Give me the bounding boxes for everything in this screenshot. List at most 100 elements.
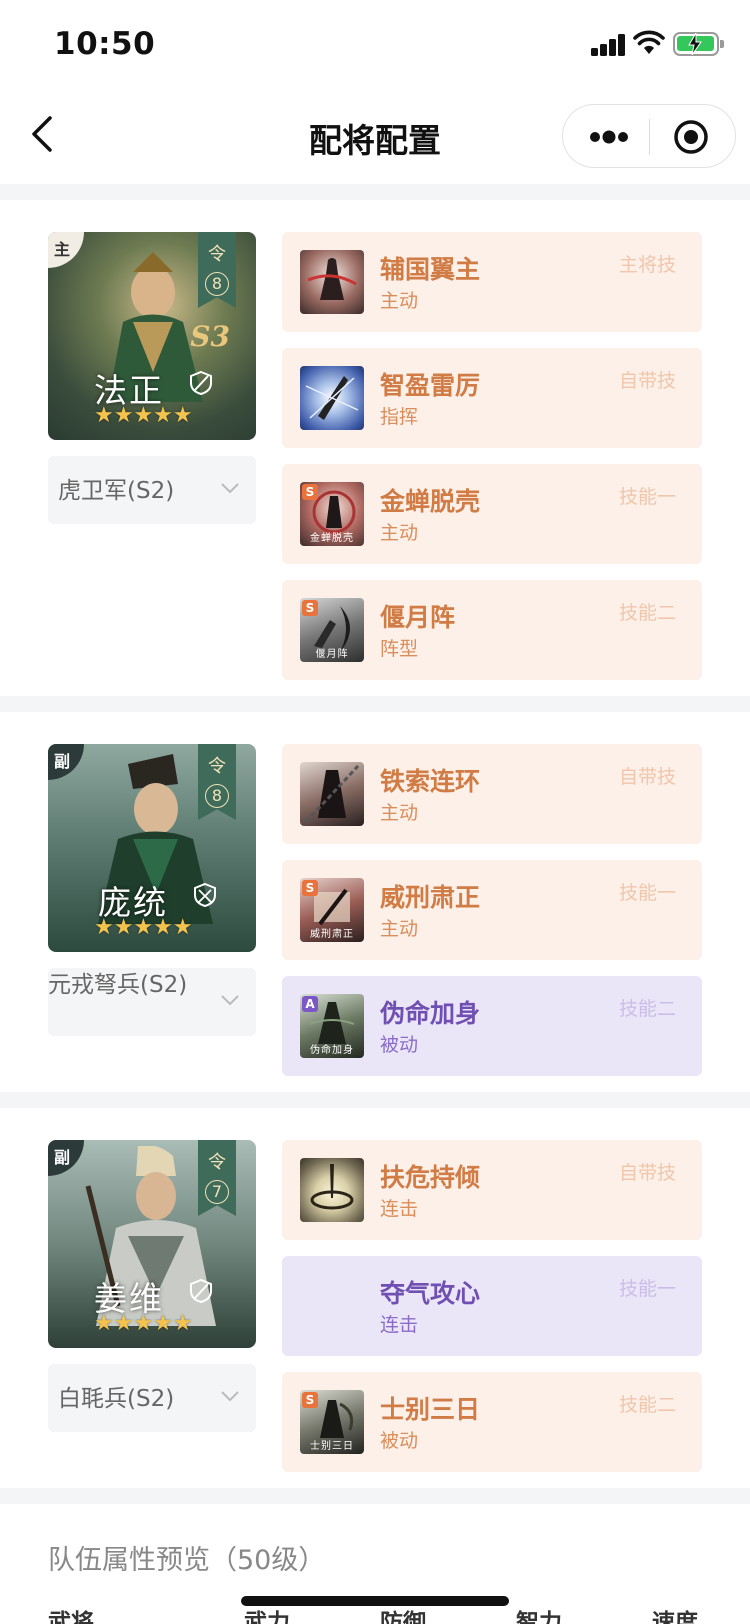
skill-icon-caption: 金蝉脱壳	[310, 533, 354, 544]
skill-name: 智盈雷厉	[380, 371, 481, 400]
skill-name: 辅国翼主	[380, 255, 481, 284]
column-header: 武将	[48, 1610, 94, 1624]
skill-name: 扶危持倾	[380, 1163, 481, 1192]
wifi-icon	[633, 30, 665, 54]
troop-type-value: 虎卫军(S2)	[58, 478, 175, 504]
skill-icon: S 偃月阵	[300, 598, 364, 662]
season-mark: S3	[190, 320, 230, 353]
skill-type: 指挥	[380, 406, 419, 428]
general-portrait[interactable]: 主 令 8 S3 法正 ★★★★★	[48, 232, 256, 440]
skill-type: 阵型	[380, 638, 419, 660]
chevron-down-icon	[221, 483, 239, 494]
command-cost-tag: 令 8	[198, 232, 236, 308]
skill-name: 铁索连环	[380, 767, 481, 796]
capsule-divider	[649, 119, 650, 155]
chevron-down-icon	[221, 995, 239, 1006]
skill-type: 主动	[380, 522, 419, 544]
skill-type: 主动	[380, 802, 419, 824]
section-divider	[0, 696, 750, 712]
skill-name: 金蝉脱壳	[380, 487, 481, 516]
crossbow-icon	[194, 882, 216, 908]
skill-name: 士别三日	[380, 1395, 481, 1424]
skill-name: 偃月阵	[380, 603, 456, 632]
cellular-signal-icon	[591, 34, 627, 56]
skill-icon-caption: 偃月阵	[315, 649, 349, 660]
skill-type: 主动	[380, 290, 419, 312]
skill-slot: 技能二	[618, 998, 676, 1020]
navigation-bar: 配将配置	[0, 90, 750, 184]
shield-icon	[190, 1278, 212, 1304]
skill-card[interactable]: S 偃月阵 偃月阵 阵型 技能二	[282, 580, 702, 680]
skill-type: 主动	[380, 918, 419, 940]
skill-grade-badge: A	[302, 996, 318, 1012]
close-miniprogram-icon[interactable]	[673, 119, 709, 155]
skill-name: 夺气攻心	[380, 1279, 481, 1308]
skill-type: 连击	[380, 1198, 419, 1220]
team-preview-title: 队伍属性预览（50级）	[48, 1545, 326, 1576]
skill-type: 连击	[380, 1314, 419, 1336]
skill-icon-caption: 伪命加身	[310, 1045, 354, 1056]
home-indicator	[241, 1596, 509, 1606]
status-time: 10:50	[54, 26, 156, 62]
attribute-table-header: 武将 武力 防御 智力 速度	[0, 1603, 750, 1624]
skill-card[interactable]: 辅国翼主 主动 主将技	[282, 232, 702, 332]
section-divider	[0, 184, 750, 200]
star-rating: ★★★★★	[94, 915, 193, 940]
skill-slot: 技能二	[618, 602, 676, 624]
command-label: 令	[208, 1152, 226, 1173]
more-icon[interactable]	[589, 129, 629, 145]
skill-card[interactable]: S 威刑肃正 威刑肃正 主动 技能一	[282, 860, 702, 960]
skill-grade-badge: S	[302, 1392, 318, 1408]
skill-slot: 技能一	[618, 882, 676, 904]
command-cost-tag: 令 7	[198, 1140, 236, 1216]
column-header: 防御	[380, 1610, 426, 1624]
skill-icon	[300, 250, 364, 314]
skill-icon: A 伪命加身	[300, 994, 364, 1058]
troop-type-select[interactable]: 白毦兵(S2)	[48, 1364, 256, 1432]
command-label: 令	[208, 244, 226, 265]
skill-icon-caption: 士别三日	[310, 1441, 354, 1452]
skill-icon: S 威刑肃正	[300, 878, 364, 942]
shield-icon	[190, 370, 212, 396]
troop-type-value: 白毦兵(S2)	[58, 1386, 175, 1412]
skill-grade-badge: S	[302, 880, 318, 896]
chevron-down-icon	[221, 1391, 239, 1402]
column-header: 智力	[516, 1610, 562, 1624]
skill-icon	[300, 762, 364, 826]
command-label: 令	[208, 756, 226, 777]
skill-icon	[300, 1158, 364, 1222]
miniprogram-capsule	[562, 104, 736, 168]
skill-name: 伪命加身	[380, 999, 481, 1028]
general-card: 副 令 7 姜维 ★★★★★ 白毦兵(S2) 扶危持倾 连击 自带技 夺气攻心 …	[0, 1140, 750, 1488]
status-bar: 10:50	[0, 0, 750, 90]
general-portrait[interactable]: 副 令 8 庞统 ★★★★★	[48, 744, 256, 952]
skill-grade-badge: S	[302, 484, 318, 500]
skill-card[interactable]: 智盈雷厉 指挥 自带技	[282, 348, 702, 448]
skill-slot: 技能一	[618, 1278, 676, 1300]
troop-type-value: 元戎弩兵(S2)	[48, 972, 188, 998]
general-card: 副 令 8 庞统 ★★★★★ 元戎弩兵(S2) 铁索连环 主动 自带技 S 威刑…	[0, 744, 750, 1076]
skill-card[interactable]: 扶危持倾 连击 自带技	[282, 1140, 702, 1240]
column-header: 速度	[652, 1610, 698, 1624]
command-cost: 8	[205, 784, 229, 808]
general-portrait[interactable]: 副 令 7 姜维 ★★★★★	[48, 1140, 256, 1348]
skill-slot: 自带技	[618, 1162, 676, 1184]
command-cost-tag: 令 8	[198, 744, 236, 820]
troop-type-select[interactable]: 元戎弩兵(S2)	[48, 968, 256, 1036]
skill-slot: 自带技	[618, 766, 676, 788]
skill-card[interactable]: S 金蝉脱壳 金蝉脱壳 主动 技能一	[282, 464, 702, 564]
skill-type: 被动	[380, 1430, 419, 1452]
skill-icon: S 士别三日	[300, 1390, 364, 1454]
skill-card[interactable]: S 士别三日 士别三日 被动 技能二	[282, 1372, 702, 1472]
troop-type-select[interactable]: 虎卫军(S2)	[48, 456, 256, 524]
skill-card[interactable]: 铁索连环 主动 自带技	[282, 744, 702, 844]
skill-card[interactable]: A 伪命加身 伪命加身 被动 技能二	[282, 976, 702, 1076]
skill-card[interactable]: 夺气攻心 连击 技能一	[282, 1256, 702, 1356]
skill-slot: 技能二	[618, 1394, 676, 1416]
skill-grade-badge: S	[302, 600, 318, 616]
skill-icon-caption: 威刑肃正	[310, 929, 354, 940]
general-card: 主 令 8 S3 法正 ★★★★★ 虎卫军(S2) 辅国翼主 主动 主将技 智盈…	[0, 232, 750, 680]
skill-slot: 自带技	[618, 370, 676, 392]
command-cost: 7	[205, 1180, 229, 1204]
skill-icon	[300, 366, 364, 430]
